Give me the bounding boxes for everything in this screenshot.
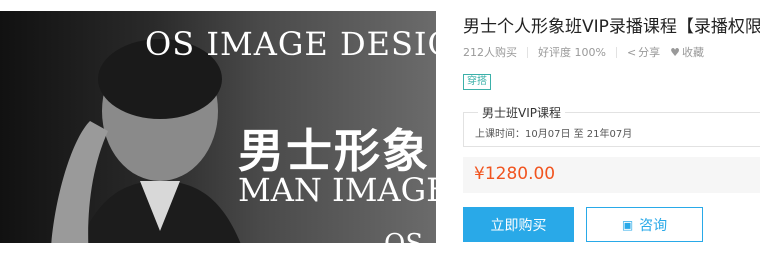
favorite-link[interactable]: ♥ 收藏 [670, 44, 704, 60]
class-name: 男士班VIP课程 [478, 104, 565, 121]
cover-text-bottom: OS [384, 229, 423, 243]
cover-text-brand: OS IMAGE DESIGN [145, 25, 436, 63]
cover-text-english: MAN IMAGE [238, 171, 436, 209]
divider [527, 46, 528, 58]
price-box: ¥1280.00 [463, 157, 760, 193]
rating: 好评度 100% [538, 46, 606, 59]
course-cover-image: OS IMAGE DESIGN 男士形象 MAN IMAGE OS [0, 11, 436, 243]
class-option-box[interactable]: 男士班VIP课程 上课时间：10月07日 至 21年07月 [463, 104, 760, 147]
share-icon: < [626, 46, 637, 59]
favorite-label: 收藏 [682, 46, 705, 59]
share-link[interactable]: < 分享 [627, 44, 660, 60]
course-stats: 212人购买 好评度 100% < 分享 ♥ 收藏 [463, 44, 704, 60]
category-tag[interactable]: 穿搭 [463, 74, 491, 90]
chat-icon: ▣ [621, 217, 634, 232]
divider [615, 46, 617, 58]
consult-button[interactable]: ▣ 咨询 [586, 207, 703, 242]
share-label: 分享 [638, 46, 661, 59]
class-time: 上课时间：10月07日 至 21年07月 [475, 129, 633, 140]
heart-icon: ♥ [670, 46, 681, 59]
consult-label: 咨询 [639, 216, 668, 233]
buyer-count: 212人购买 [463, 46, 517, 59]
course-title: 男士个人形象班VIP录播课程【录播权限】 [463, 17, 760, 37]
price: ¥1280.00 [474, 164, 556, 184]
buy-now-button[interactable]: 立即购买 [463, 207, 574, 242]
